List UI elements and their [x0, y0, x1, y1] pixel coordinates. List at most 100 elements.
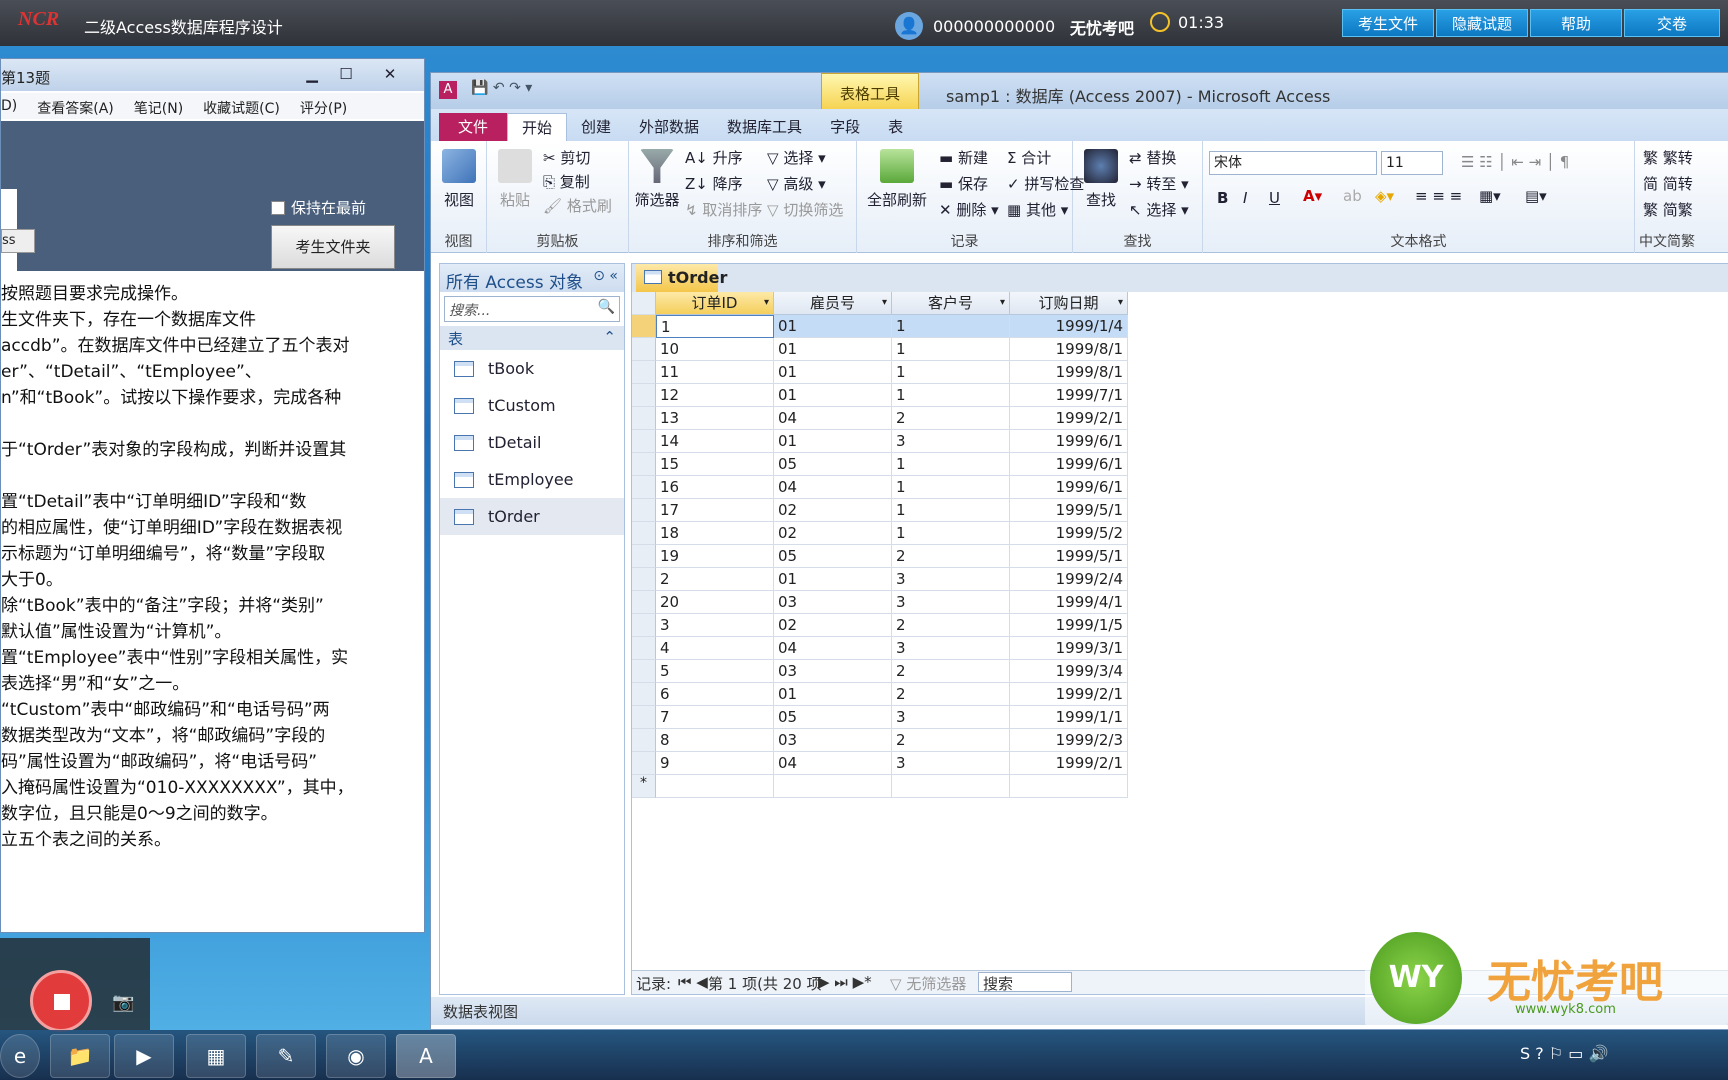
table-cell[interactable]: 04 [774, 752, 892, 775]
stay-on-top-checkbox[interactable]: 保持在最前 [271, 197, 366, 218]
table-cell[interactable]: 1999/3/1 [1010, 637, 1128, 660]
table-row[interactable]: 4 04 3 1999/3/1 [632, 637, 1128, 660]
format-painter-button[interactable]: 🖌 格式刷 [543, 195, 612, 216]
table-cell[interactable]: 04 [774, 407, 892, 430]
highlight-button[interactable]: ab [1343, 187, 1362, 205]
record-search-input[interactable]: 搜索 [978, 972, 1072, 993]
table-cell[interactable]: 2 [892, 660, 1010, 683]
table-cell[interactable]: 5 [656, 660, 774, 683]
explorer-icon[interactable]: 📁 [50, 1034, 110, 1078]
start-ie-icon[interactable]: e [0, 1034, 40, 1078]
row-selector[interactable] [632, 361, 656, 384]
row-selector[interactable] [632, 476, 656, 499]
table-cell[interactable]: 1999/6/1 [1010, 430, 1128, 453]
sort-descending-button[interactable]: Z↓ 降序 [685, 173, 743, 194]
goto-button[interactable]: → 转至 ▾ [1129, 173, 1189, 194]
row-selector[interactable] [632, 430, 656, 453]
table-row[interactable]: 15 05 1 1999/6/1 [632, 453, 1128, 476]
table-row[interactable]: 16 04 1 1999/6/1 [632, 476, 1128, 499]
table-cell[interactable]: 3 [892, 706, 1010, 729]
tab-database-tools[interactable]: 数据库工具 [713, 113, 816, 141]
table-cell[interactable]: 01 [774, 568, 892, 591]
table-cell[interactable]: 3 [892, 591, 1010, 614]
table-cell[interactable]: 01 [774, 338, 892, 361]
chevron-down-icon[interactable]: ▾ [764, 292, 769, 314]
chevron-down-icon[interactable]: ▾ [882, 292, 887, 314]
table-cell[interactable]: 1 [656, 315, 774, 338]
table-cell[interactable]: 2 [892, 683, 1010, 706]
table-cell[interactable]: 1 [892, 315, 1010, 338]
table-cell[interactable]: 03 [774, 660, 892, 683]
menu-favorite[interactable]: 收藏试题(C) [203, 98, 280, 119]
table-cell[interactable]: 02 [774, 614, 892, 637]
column-header[interactable]: 客户号 ▾ [892, 292, 1010, 315]
row-selector[interactable] [632, 315, 656, 338]
selection-button[interactable]: ▽ 选择 ▾ [767, 147, 826, 168]
table-cell[interactable]: 3 [656, 614, 774, 637]
table-cell[interactable]: 02 [774, 522, 892, 545]
table-cell[interactable]: 8 [656, 729, 774, 752]
table-row[interactable]: 3 02 2 1999/1/5 [632, 614, 1128, 637]
record-position[interactable]: 第 1 项(共 20 项 [708, 973, 822, 994]
table-row[interactable]: 14 01 3 1999/6/1 [632, 430, 1128, 453]
row-selector[interactable] [632, 660, 656, 683]
clear-sort-button[interactable]: ↯ 取消排序 [685, 199, 762, 220]
row-selector[interactable] [632, 384, 656, 407]
table-cell[interactable]: 05 [774, 545, 892, 568]
menu-view-answer[interactable]: 查看答案(A) [37, 98, 114, 119]
tab-fields[interactable]: 字段 [816, 113, 874, 141]
table-cell[interactable]: 1999/5/1 [1010, 499, 1128, 522]
new-record-row[interactable]: * [632, 775, 1128, 798]
table-cell[interactable]: 05 [774, 453, 892, 476]
tab-create[interactable]: 创建 [567, 113, 625, 141]
submit-exam-button[interactable]: 交卷 [1624, 9, 1720, 37]
find-button[interactable]: 查找 [1079, 149, 1123, 210]
row-selector[interactable] [632, 545, 656, 568]
nav-collapse-icon[interactable]: ⊙ « [593, 268, 618, 284]
table-cell[interactable]: 12 [656, 384, 774, 407]
chevron-down-icon[interactable]: ▾ [1000, 292, 1005, 314]
table-cell[interactable]: 3 [892, 430, 1010, 453]
table-cell[interactable]: 19 [656, 545, 774, 568]
table-row[interactable]: 13 04 2 1999/2/1 [632, 407, 1128, 430]
table-cell[interactable]: 1999/1/4 [1010, 315, 1128, 338]
table-cell[interactable]: 3 [892, 637, 1010, 660]
table-cell[interactable]: 1999/7/1 [1010, 384, 1128, 407]
table-cell[interactable]: 1999/8/1 [1010, 338, 1128, 361]
table-row[interactable]: 18 02 1 1999/5/2 [632, 522, 1128, 545]
table-cell[interactable]: 1 [892, 453, 1010, 476]
italic-button[interactable]: I [1243, 189, 1247, 207]
new-record-button[interactable]: ▬ 新建 [939, 147, 988, 168]
table-cell[interactable]: 6 [656, 683, 774, 706]
table-row[interactable]: 8 03 2 1999/2/3 [632, 729, 1128, 752]
table-cell[interactable]: 1 [892, 384, 1010, 407]
table-cell[interactable]: 01 [774, 683, 892, 706]
table-cell[interactable]: 1999/2/1 [1010, 752, 1128, 775]
first-record-button[interactable]: ⏮ ◀ [678, 973, 708, 991]
system-tray[interactable]: S ? ⚐ ▭ 🔊 [1520, 1044, 1608, 1063]
column-header[interactable]: 雇员号 ▾ [774, 292, 892, 315]
row-selector[interactable] [632, 752, 656, 775]
candidate-file-button[interactable]: 考生文件 [1342, 9, 1434, 37]
table-cell[interactable]: 3 [892, 568, 1010, 591]
table-cell[interactable]: 01 [774, 384, 892, 407]
next-record-buttons[interactable]: ▶ ⏭ ▶* [818, 973, 872, 991]
table-cell[interactable]: 2 [892, 729, 1010, 752]
table-cell[interactable]: 2 [892, 407, 1010, 430]
search-icon[interactable]: 🔍 [598, 299, 615, 315]
table-cell[interactable]: 4 [656, 637, 774, 660]
tab-home[interactable]: 开始 [507, 113, 568, 141]
nav-search-input[interactable]: 搜索... 🔍 [444, 296, 620, 322]
table-cell[interactable]: 1999/3/4 [1010, 660, 1128, 683]
table-row[interactable]: 10 01 1 1999/8/1 [632, 338, 1128, 361]
nav-section-tables[interactable]: 表 ⌃ [440, 326, 624, 350]
advanced-button[interactable]: ▽ 高级 ▾ [767, 173, 826, 194]
menu-item[interactable]: D) [1, 98, 17, 119]
row-selector[interactable] [632, 683, 656, 706]
maximize-button[interactable]: ☐ [329, 63, 363, 85]
table-cell[interactable]: 1999/2/1 [1010, 683, 1128, 706]
table-cell[interactable]: 03 [774, 729, 892, 752]
table-cell[interactable]: 18 [656, 522, 774, 545]
minimize-button[interactable]: ▁ [295, 63, 329, 85]
view-button[interactable]: 视图 [437, 149, 481, 210]
